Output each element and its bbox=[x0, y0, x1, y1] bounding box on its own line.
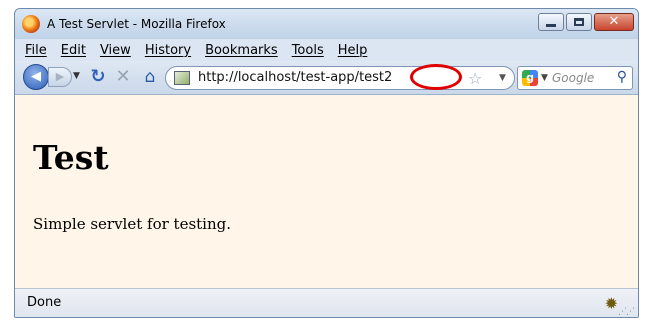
url-dropdown-icon[interactable]: ▼ bbox=[499, 73, 506, 83]
minimize-button[interactable] bbox=[538, 13, 564, 31]
back-arrow-icon[interactable]: ◀ bbox=[23, 64, 49, 90]
google-icon[interactable]: g bbox=[522, 70, 538, 86]
maximize-icon bbox=[574, 18, 584, 26]
title-bar[interactable]: A Test Servlet - Mozilla Firefox ✕ bbox=[15, 9, 638, 39]
navigation-toolbar: ◀ ▶ ▼ ↻ ✕ ⌂ http://localhost/test-app/te… bbox=[15, 61, 638, 95]
menu-help[interactable]: Help bbox=[338, 43, 368, 58]
resize-grip-icon[interactable]: ⋰⋰ bbox=[618, 307, 635, 317]
page-content: Test Simple servlet for testing. bbox=[15, 95, 638, 288]
search-engine-dropdown-icon[interactable]: ▼ bbox=[541, 73, 548, 83]
address-bar[interactable]: http://localhost/test-app/test2 ☆ ▼ bbox=[165, 64, 515, 90]
stop-icon[interactable]: ✕ bbox=[111, 65, 135, 89]
maximize-button[interactable] bbox=[566, 13, 592, 31]
minimize-icon bbox=[546, 24, 556, 27]
menu-file[interactable]: File bbox=[25, 43, 47, 58]
magnifier-icon[interactable]: ⚲ bbox=[617, 69, 627, 85]
menu-history[interactable]: History bbox=[145, 43, 191, 58]
browser-window: A Test Servlet - Mozilla Firefox ✕ File … bbox=[14, 8, 639, 318]
url-text[interactable]: http://localhost/test-app/test2 bbox=[198, 70, 392, 85]
window-title: A Test Servlet - Mozilla Firefox bbox=[47, 17, 226, 31]
search-input[interactable] bbox=[552, 69, 610, 87]
menu-edit[interactable]: Edit bbox=[61, 43, 86, 58]
status-bar: Done ✹ ⋰⋰ bbox=[15, 288, 638, 317]
menu-bookmarks[interactable]: Bookmarks bbox=[205, 43, 278, 58]
menu-view[interactable]: View bbox=[100, 43, 131, 58]
close-button[interactable]: ✕ bbox=[594, 13, 634, 31]
reload-icon[interactable]: ↻ bbox=[86, 65, 110, 89]
firefox-logo-icon bbox=[22, 15, 40, 33]
search-box[interactable]: g ▼ ⚲ bbox=[517, 66, 633, 90]
home-icon[interactable]: ⌂ bbox=[138, 65, 162, 89]
highlight-ring-annotation bbox=[410, 64, 462, 90]
menu-bar: File Edit View History Bookmarks Tools H… bbox=[15, 39, 638, 61]
site-favicon-icon bbox=[174, 71, 190, 85]
status-text: Done bbox=[27, 295, 62, 310]
page-paragraph: Simple servlet for testing. bbox=[33, 215, 232, 233]
bookmark-star-icon[interactable]: ☆ bbox=[468, 69, 482, 88]
firebug-icon[interactable]: ✹ bbox=[605, 294, 618, 313]
forward-arrow-icon[interactable]: ▶ bbox=[48, 67, 72, 87]
menu-tools[interactable]: Tools bbox=[292, 43, 324, 58]
history-dropdown-icon[interactable]: ▼ bbox=[73, 71, 80, 81]
page-heading: Test bbox=[33, 138, 109, 177]
close-icon: ✕ bbox=[608, 14, 620, 29]
window-controls: ✕ bbox=[536, 13, 634, 33]
